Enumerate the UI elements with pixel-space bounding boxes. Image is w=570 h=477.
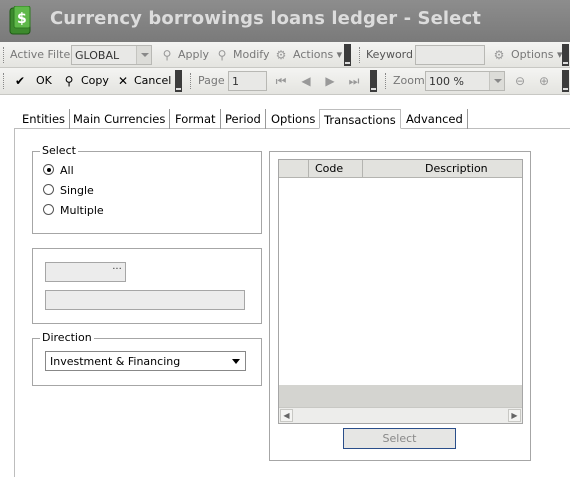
- radio-all-label: All: [60, 164, 74, 177]
- toolbar-overflow-button[interactable]: [175, 70, 182, 92]
- direction-group-legend: Direction: [40, 331, 94, 344]
- options-menu-button[interactable]: Options ▾: [511, 48, 562, 61]
- apply-filter-icon: ⚲: [162, 48, 172, 62]
- apply-button[interactable]: Apply: [178, 48, 209, 61]
- column-header-code[interactable]: Code: [309, 160, 363, 178]
- radio-multiple[interactable]: Multiple: [43, 204, 104, 217]
- chevron-down-icon[interactable]: [229, 352, 245, 370]
- tab-period[interactable]: Period: [221, 109, 266, 129]
- options-label: Options: [511, 48, 554, 61]
- radio-multiple-button[interactable]: [43, 204, 54, 215]
- tab-format[interactable]: Format: [171, 109, 221, 129]
- chevron-down-icon[interactable]: [489, 72, 504, 90]
- zoom-combo[interactable]: 100 %: [425, 71, 505, 91]
- filter-toolbar: Active Filter GLOBAL ⚲ Apply ⚲ Modify ⚙ …: [0, 42, 570, 68]
- radio-all-button[interactable]: [43, 164, 54, 175]
- toolbar-grip[interactable]: [190, 73, 193, 89]
- options-gear-icon: ⚙: [493, 48, 505, 62]
- ellipsis-icon[interactable]: ···: [109, 263, 125, 281]
- page-input[interactable]: 1: [228, 71, 267, 91]
- horizontal-scrollbar[interactable]: ◀ ▶: [279, 407, 522, 423]
- keyword-input[interactable]: [415, 45, 485, 65]
- transactions-grid[interactable]: Code Description ◀ ▶: [278, 159, 523, 424]
- direction-select[interactable]: Investment & Financing: [45, 351, 246, 371]
- zoom-out-icon[interactable]: ⊖: [512, 73, 528, 89]
- copy-filter-icon: ⚲: [64, 74, 74, 88]
- grid-empty-area: [279, 385, 522, 407]
- select-group: Select All Single Multiple: [32, 144, 262, 234]
- radio-single-label: Single: [60, 184, 94, 197]
- page-label: Page: [198, 74, 225, 87]
- active-filter-value: GLOBAL: [75, 49, 120, 62]
- toolbar-grip[interactable]: [385, 73, 388, 89]
- tab-main-currencies[interactable]: Main Currencies: [69, 109, 171, 129]
- keyword-label: Keyword: [366, 48, 413, 61]
- direction-value: Investment & Financing: [50, 355, 181, 368]
- tab-advanced[interactable]: Advanced: [402, 109, 468, 129]
- direction-group: Direction Investment & Financing: [32, 331, 262, 386]
- previous-page-icon[interactable]: ◀: [298, 73, 314, 89]
- toolbar-grip[interactable]: [3, 47, 6, 63]
- scroll-right-icon[interactable]: ▶: [508, 409, 521, 422]
- actions-label: Actions: [293, 48, 334, 61]
- radio-all[interactable]: All: [43, 164, 74, 177]
- radio-multiple-label: Multiple: [60, 204, 104, 217]
- actions-menu-button[interactable]: Actions ▾: [293, 48, 342, 61]
- toolbar-grip[interactable]: [359, 47, 362, 63]
- ok-button[interactable]: OK: [36, 74, 52, 87]
- checkmark-icon: ✔: [14, 74, 26, 88]
- action-toolbar: ✔ OK ⚲ Copy ✕ Cancel Page 1 ⏮ ◀ ▶ ⏭ Zoom…: [0, 68, 570, 95]
- radio-single-button[interactable]: [43, 184, 54, 195]
- toolbar-overflow-button[interactable]: [562, 70, 569, 92]
- gear-icon: ⚙: [275, 48, 287, 62]
- grid-row-header: [279, 160, 309, 178]
- tab-entities[interactable]: Entities: [18, 109, 71, 129]
- description-field: [45, 290, 245, 310]
- tab-strip: Entities Main Currencies Format Period O…: [14, 109, 570, 129]
- select-button[interactable]: Select: [343, 428, 456, 449]
- modify-button[interactable]: Modify: [233, 48, 269, 61]
- tab-options[interactable]: Options: [267, 109, 321, 129]
- close-icon: ✕: [117, 74, 129, 88]
- cancel-button[interactable]: Cancel: [134, 74, 171, 87]
- next-page-icon[interactable]: ▶: [322, 73, 338, 89]
- zoom-label: Zoom: [393, 74, 425, 87]
- toolbar-grip[interactable]: [3, 73, 6, 89]
- code-lookup-field[interactable]: ···: [45, 262, 126, 282]
- toolbar-overflow-button[interactable]: [562, 44, 569, 66]
- select-group-legend: Select: [40, 144, 78, 157]
- svg-text:$: $: [17, 11, 27, 27]
- zoom-in-icon[interactable]: ⊕: [536, 73, 552, 89]
- app-logo-icon: $: [9, 6, 31, 35]
- column-header-description[interactable]: Description: [363, 160, 522, 178]
- radio-single[interactable]: Single: [43, 184, 94, 197]
- zoom-value: 100 %: [429, 75, 464, 88]
- lookup-group: ···: [32, 248, 262, 324]
- copy-button[interactable]: Copy: [81, 74, 109, 87]
- active-filter-label: Active Filter: [10, 48, 75, 61]
- toolbar-overflow-button[interactable]: [370, 70, 377, 92]
- tab-transactions[interactable]: Transactions: [319, 109, 401, 129]
- scroll-left-icon[interactable]: ◀: [280, 409, 293, 422]
- title-bar: $ Currency borrowings loans ledger - Sel…: [0, 0, 570, 42]
- modify-filter-icon: ⚲: [217, 48, 227, 62]
- last-page-icon[interactable]: ⏭: [346, 73, 362, 89]
- toolbar-overflow-button[interactable]: [344, 44, 351, 66]
- chevron-down-icon[interactable]: [136, 46, 151, 64]
- window-title: Currency borrowings loans ledger - Selec…: [50, 8, 481, 29]
- active-filter-combo[interactable]: GLOBAL: [71, 45, 152, 65]
- first-page-icon[interactable]: ⏮: [273, 73, 289, 89]
